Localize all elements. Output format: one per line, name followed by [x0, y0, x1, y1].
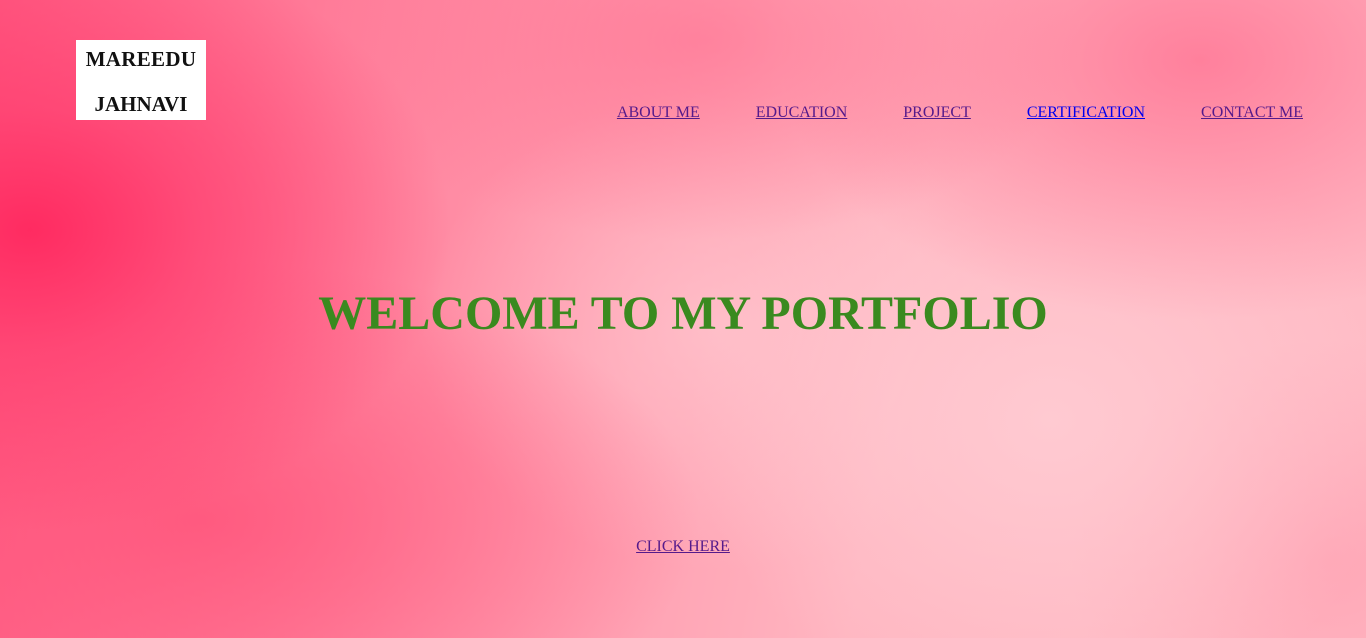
- nav-link-about-me[interactable]: ABOUT ME: [617, 104, 700, 122]
- nav-link-contact-me[interactable]: CONTACT ME: [1201, 104, 1303, 122]
- logo-first-name: MAREEDU: [85, 47, 197, 71]
- hero-title: WELCOME TO MY PORTFOLIO: [318, 287, 1048, 340]
- nav-link-certification[interactable]: CERTIFICATION: [1027, 104, 1145, 122]
- logo-last-name: JAHNAVI: [94, 92, 188, 116]
- nav-link-education[interactable]: EDUCATION: [756, 104, 848, 122]
- main-navigation: ABOUT ME EDUCATION PROJECT CERTIFICATION…: [617, 104, 1303, 122]
- click-here-link[interactable]: CLICK HERE: [636, 538, 730, 555]
- cta-container: CLICK HERE: [0, 538, 1366, 556]
- site-logo: MAREEDU JAHNAVI: [76, 40, 206, 120]
- nav-link-project[interactable]: PROJECT: [903, 104, 971, 122]
